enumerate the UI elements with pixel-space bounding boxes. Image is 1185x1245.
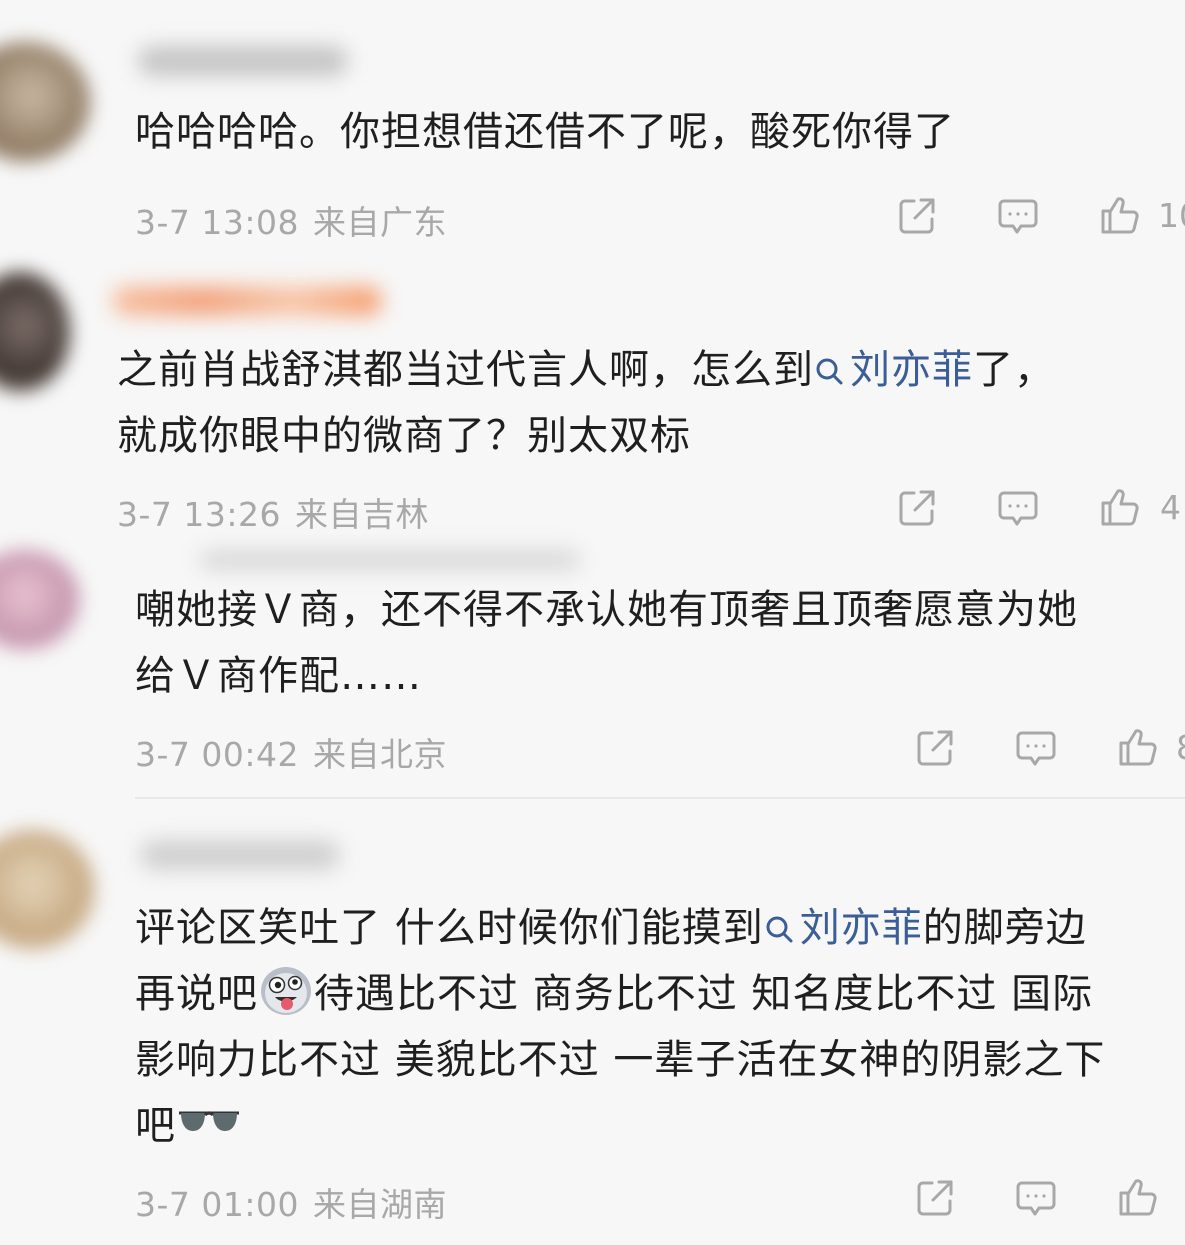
comment-location: 来自湖南 [313,1185,447,1224]
comment-text-line: 再说吧 待遇比不过 商务比不过 知名度比不过 国际 [135,962,1093,1026]
comment-date: 3-7 00:42 [135,735,299,774]
sunglasses-icon [179,1111,239,1131]
comment-date: 3-7 01:00 [135,1185,299,1224]
comment-bubble-icon [1016,1181,1056,1216]
mention-name: 刘亦菲 [850,347,973,393]
comment-text: 之前肖战舒淇都当过代言人啊，怎么到 刘亦菲了， [117,338,1055,402]
share-button[interactable] [895,486,939,530]
username-blurred[interactable] [200,550,580,570]
comment-item: 哈哈哈哈。你担想借还借不了呢，酸死你得了 3-7 13:08 来自广东 10 [0,0,1185,250]
share-icon [899,198,935,234]
thumbs-up-icon [1119,729,1157,766]
share-icon [917,730,953,766]
comment-location: 来自北京 [313,735,447,774]
comment-text-segment: 吧 [135,1103,176,1149]
reply-button[interactable] [996,194,1040,238]
username-blurred[interactable] [138,46,348,76]
mention-link[interactable]: 刘亦菲 [764,905,923,951]
username-blurred[interactable] [112,286,382,316]
comment-meta: 3-7 01:00 来自湖南 [135,1178,447,1226]
like-count: 4 [1160,488,1181,527]
comment-meta: 3-7 13:08 来自广东 [135,196,447,244]
comment-text-segment: 了， [973,347,1055,393]
avatar[interactable] [0,42,90,162]
reply-button[interactable] [1014,726,1058,770]
like-button[interactable] [1116,725,1160,769]
comment-text-line: 给Ｖ商作配…… [135,653,422,699]
comment-text: 评论区笑吐了 什么时候你们能摸到 刘亦菲的脚旁边 [135,896,1087,960]
like-count: 10 [1158,196,1185,235]
comment-text-segment: 再说吧 [135,971,258,1017]
comment-location: 来自广东 [313,203,447,242]
comment-text-line: 影响力比不过 美貌比不过 一辈子活在女神的阴影之下 [135,1037,1106,1083]
comment-text-segment: 评论区笑吐了 什么时候你们能摸到 [135,905,764,951]
username-blurred[interactable] [140,840,340,870]
comment-text-segment: 待遇比不过 商务比不过 知名度比不过 国际 [314,971,1094,1017]
comment-text: 哈哈哈哈。你担想借还借不了呢，酸死你得了 [135,109,955,155]
comment-bubble-icon [1016,731,1056,766]
comment-location: 来自吉林 [295,495,429,534]
comment-item: 之前肖战舒淇都当过代言人啊，怎么到 刘亦菲了， 就成你眼中的微商了？别太双标 3-… [0,250,1185,550]
mention-name: 刘亦菲 [799,905,923,951]
comment-meta: 3-7 13:26 来自吉林 [117,488,429,536]
like-button[interactable] [1116,1175,1160,1219]
comment-text-line: 嘲她接Ｖ商，还不得不承认她有顶奢且顶奢愿意为她 [135,587,1078,633]
crazy-face-emoji-icon [261,967,311,1015]
avatar[interactable] [0,272,70,392]
share-button[interactable] [913,726,957,770]
comment-text-segment: 的脚旁边 [922,905,1087,951]
comment-divider [135,797,1185,799]
thumbs-up-icon [1101,489,1139,526]
comment-text-line: 吧 [135,1094,242,1158]
avatar[interactable] [0,830,95,950]
like-button[interactable] [1098,485,1142,529]
mention-link[interactable]: 刘亦菲 [814,347,973,393]
share-button[interactable] [895,194,939,238]
comment-item: 评论区笑吐了 什么时候你们能摸到 刘亦菲的脚旁边 再说吧 待遇比不过 商务比不过 … [0,800,1185,1245]
reply-button[interactable] [996,486,1040,530]
comment-text-line: 就成你眼中的微商了？别太双标 [117,413,691,459]
search-icon [766,916,793,943]
comment-bubble-icon [998,491,1038,526]
reply-button[interactable] [1014,1176,1058,1220]
comment-meta: 3-7 00:42 来自北京 [135,728,447,776]
like-count: 8 [1176,728,1185,767]
comment-item: 嘲她接Ｖ商，还不得不承认她有顶奢且顶奢愿意为她 给Ｖ商作配…… 3-7 00:4… [0,550,1185,800]
thumbs-up-icon [1101,197,1139,234]
share-icon [917,1180,953,1216]
share-button[interactable] [913,1176,957,1220]
comment-text-segment: 之前肖战舒淇都当过代言人啊，怎么到 [117,347,814,393]
comment-date: 3-7 13:08 [135,203,299,242]
like-button[interactable] [1098,193,1142,237]
thumbs-up-icon [1119,1179,1157,1216]
avatar[interactable] [0,550,80,650]
comment-date: 3-7 13:26 [117,495,281,534]
search-icon [816,358,843,385]
share-icon [899,490,935,526]
comment-bubble-icon [998,199,1038,234]
